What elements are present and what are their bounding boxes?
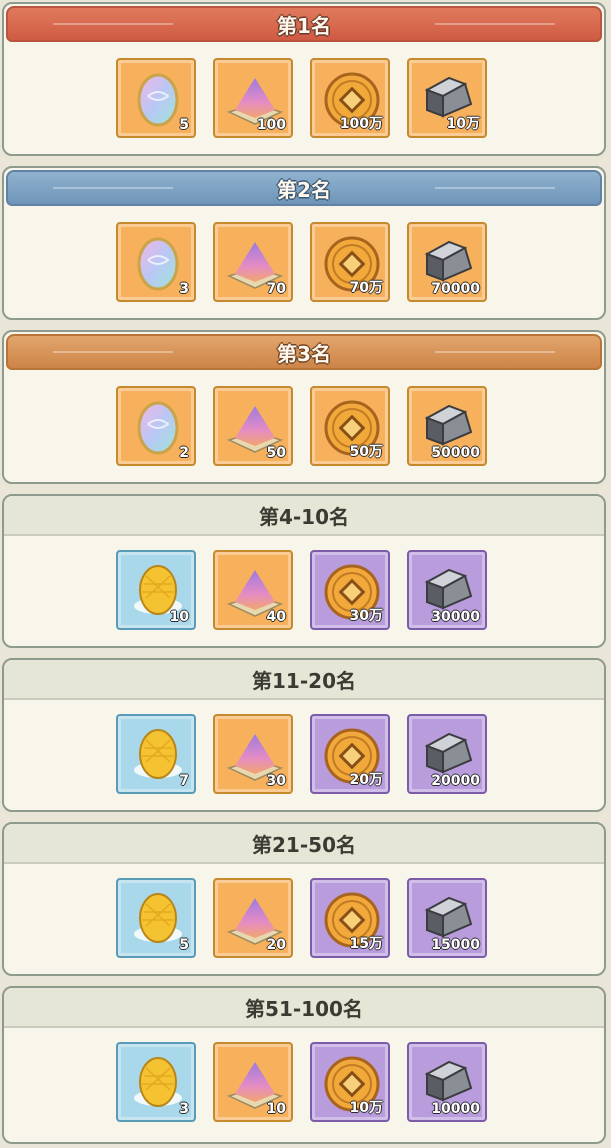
reward-quantity: 30000 (431, 609, 480, 625)
divider (435, 187, 555, 189)
reward-row: 3 70 70万 70000 (116, 222, 487, 302)
reward-quantity: 50万 (349, 444, 383, 460)
divider (53, 187, 173, 189)
rank-header: 第3名 (6, 334, 602, 370)
reward-quantity: 7 (179, 773, 189, 789)
reward-item-iron-ore[interactable]: 10万 (407, 58, 487, 138)
reward-quantity: 2 (179, 445, 189, 461)
reward-row: 5 20 15万 15000 (116, 878, 487, 958)
reward-item-copper-coin[interactable]: 10万 (310, 1042, 390, 1122)
rank-title: 第51-100名 (245, 996, 363, 1021)
reward-quantity: 10万 (349, 1100, 383, 1116)
reward-row: 2 50 50万 50000 (116, 386, 487, 466)
rank-card: 第51-100名 3 10 10万 10000 (2, 986, 606, 1144)
reward-quantity: 70万 (349, 280, 383, 296)
reward-quantity: 70000 (431, 281, 480, 297)
reward-quantity: 5 (179, 937, 189, 953)
reward-quantity: 100万 (339, 116, 383, 132)
divider (53, 23, 173, 25)
rank-header: 第2名 (6, 170, 602, 206)
reward-item-iron-ore[interactable]: 15000 (407, 878, 487, 958)
reward-item-rainbow-egg[interactable]: 3 (116, 222, 196, 302)
reward-item-golden-egg[interactable]: 3 (116, 1042, 196, 1122)
rank-reward-list: 第1名 5 100 100万 10万 第2名 3 70 70万 70000 第3… (0, 0, 611, 1148)
rank-header: 第11-20名 (4, 660, 604, 700)
reward-quantity: 20000 (431, 773, 480, 789)
reward-item-crystal-pile[interactable]: 30 (213, 714, 293, 794)
reward-item-copper-coin[interactable]: 50万 (310, 386, 390, 466)
reward-item-iron-ore[interactable]: 30000 (407, 550, 487, 630)
reward-quantity: 3 (179, 281, 189, 297)
reward-quantity: 20万 (349, 772, 383, 788)
reward-row: 5 100 100万 10万 (116, 58, 487, 138)
reward-quantity: 10 (169, 609, 189, 625)
rank-card: 第4-10名 10 40 30万 30000 (2, 494, 606, 648)
reward-item-iron-ore[interactable]: 20000 (407, 714, 487, 794)
reward-quantity: 10万 (446, 116, 480, 132)
reward-quantity: 40 (266, 609, 286, 625)
reward-quantity: 15万 (349, 936, 383, 952)
reward-quantity: 10 (266, 1101, 286, 1117)
reward-row: 10 40 30万 30000 (116, 550, 487, 630)
reward-quantity: 50000 (431, 445, 480, 461)
reward-item-crystal-pile[interactable]: 50 (213, 386, 293, 466)
reward-quantity: 20 (266, 937, 286, 953)
rank-title: 第11-20名 (252, 668, 356, 693)
reward-quantity: 15000 (431, 937, 480, 953)
reward-item-copper-coin[interactable]: 15万 (310, 878, 390, 958)
reward-item-copper-coin[interactable]: 70万 (310, 222, 390, 302)
reward-quantity: 30 (266, 773, 286, 789)
reward-quantity: 100 (256, 117, 286, 133)
rank-title: 第1名 (277, 13, 331, 38)
rank-title: 第4-10名 (258, 504, 350, 529)
reward-item-crystal-pile[interactable]: 10 (213, 1042, 293, 1122)
reward-item-rainbow-egg[interactable]: 2 (116, 386, 196, 466)
reward-quantity: 10000 (431, 1101, 480, 1117)
rank-card: 第2名 3 70 70万 70000 (2, 166, 606, 320)
reward-item-golden-egg[interactable]: 10 (116, 550, 196, 630)
reward-quantity: 70 (266, 281, 286, 297)
reward-item-crystal-pile[interactable]: 100 (213, 58, 293, 138)
rank-title: 第2名 (277, 177, 331, 202)
reward-quantity: 50 (266, 445, 286, 461)
rank-card: 第1名 5 100 100万 10万 (2, 2, 606, 156)
rank-header: 第51-100名 (4, 988, 604, 1028)
reward-row: 3 10 10万 10000 (116, 1042, 487, 1122)
rank-header: 第4-10名 (4, 496, 604, 536)
rank-header: 第21-50名 (4, 824, 604, 864)
reward-item-golden-egg[interactable]: 7 (116, 714, 196, 794)
rank-title: 第21-50名 (252, 832, 356, 857)
reward-quantity: 3 (179, 1101, 189, 1117)
rank-header: 第1名 (6, 6, 602, 42)
reward-item-iron-ore[interactable]: 70000 (407, 222, 487, 302)
divider (53, 351, 173, 353)
reward-item-copper-coin[interactable]: 20万 (310, 714, 390, 794)
reward-quantity: 5 (179, 117, 189, 133)
reward-item-crystal-pile[interactable]: 40 (213, 550, 293, 630)
rank-title: 第3名 (277, 341, 331, 366)
rank-card: 第21-50名 5 20 15万 15000 (2, 822, 606, 976)
reward-item-golden-egg[interactable]: 5 (116, 878, 196, 958)
divider (435, 23, 555, 25)
reward-item-copper-coin[interactable]: 30万 (310, 550, 390, 630)
reward-row: 7 30 20万 20000 (116, 714, 487, 794)
reward-quantity: 30万 (349, 608, 383, 624)
reward-item-crystal-pile[interactable]: 70 (213, 222, 293, 302)
reward-item-rainbow-egg[interactable]: 5 (116, 58, 196, 138)
reward-item-copper-coin[interactable]: 100万 (310, 58, 390, 138)
reward-item-iron-ore[interactable]: 50000 (407, 386, 487, 466)
rank-card: 第11-20名 7 30 20万 20000 (2, 658, 606, 812)
divider (435, 351, 555, 353)
reward-item-crystal-pile[interactable]: 20 (213, 878, 293, 958)
rank-card: 第3名 2 50 50万 50000 (2, 330, 606, 484)
reward-item-iron-ore[interactable]: 10000 (407, 1042, 487, 1122)
